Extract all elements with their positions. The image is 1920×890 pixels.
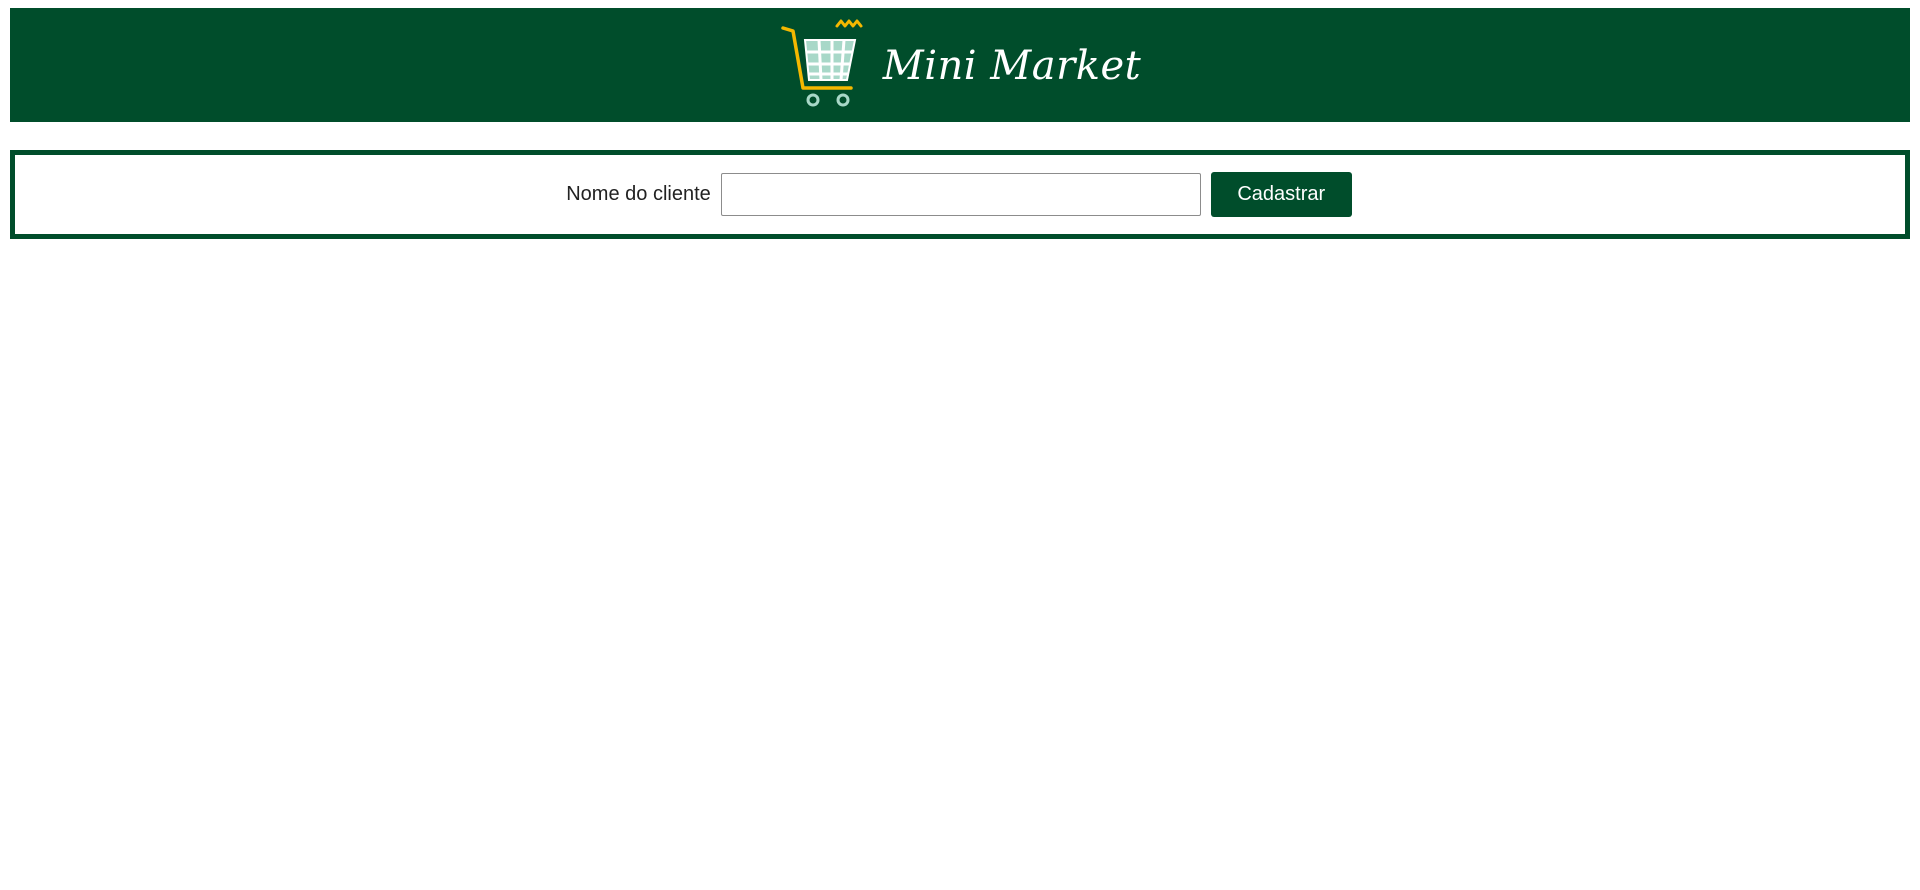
register-button[interactable]: Cadastrar [1210, 172, 1352, 217]
brand-name: Mini Market [882, 43, 1142, 89]
logo[interactable]: Mini Market [779, 18, 1141, 112]
client-form-panel: Nome do cliente Cadastrar [10, 150, 1910, 239]
site-header: Mini Market [10, 8, 1910, 122]
client-name-label: Nome do cliente [566, 183, 711, 205]
page: Mini Market Nome do cliente Cadastrar [0, 0, 1920, 890]
client-form: Nome do cliente Cadastrar [566, 172, 1352, 217]
shopping-cart-icon [781, 19, 863, 107]
client-name-input[interactable] [720, 173, 1201, 216]
